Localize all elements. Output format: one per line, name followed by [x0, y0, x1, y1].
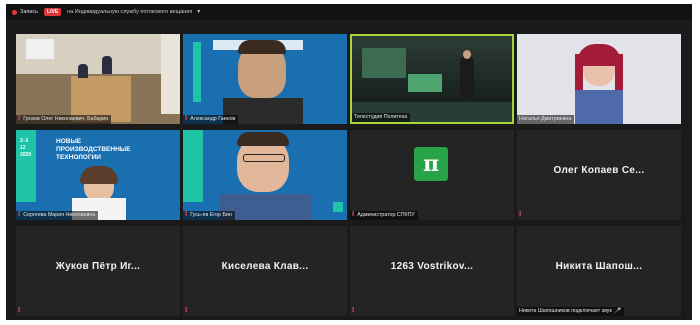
person-silhouette [102, 56, 112, 74]
participant-name: ꟾ Сергеева Мария Николаевна [16, 211, 99, 220]
participant-tile[interactable]: Олег Копаев Се... ꟾ [517, 130, 681, 220]
mic-icon: 🎤 [614, 308, 622, 314]
participant-name: ꟾ Александр Гаинов [183, 115, 239, 124]
participant-display-name: Жуков Пётр Иг... [55, 260, 141, 272]
banner-stripe [193, 42, 201, 102]
spbpu-logo-icon: π [414, 147, 448, 181]
participant-tile[interactable]: ꟾ Грозов Олег Николаевич, Бабарин [16, 34, 180, 124]
mic-muted-icon: ꟾ [185, 116, 188, 122]
glasses [243, 154, 285, 162]
participant-tile[interactable]: Жуков Пётр Иг... ꟾ [16, 226, 180, 316]
record-dot-icon [12, 9, 17, 15]
participant-name: Наталья Дмитриевна [517, 115, 575, 124]
person-clothing [575, 90, 623, 124]
gallery-grid: ꟾ Грозов Олег Николаевич, Бабарин ꟾ Алекса… [16, 34, 682, 316]
participant-tile[interactable]: ꟾ Гусь-ев Егор Бин [183, 130, 347, 220]
participant-status: ꟾ [517, 211, 527, 220]
participant-name: Никита Шапошников подключает звук 🎤 [517, 307, 625, 316]
participant-name: Телестудия Политеха [352, 113, 411, 122]
window-light [26, 39, 54, 59]
person-silhouette [78, 64, 88, 78]
participant-display-name: Никита Шапош... [555, 260, 643, 272]
participant-name: ꟾ Грозов Олег Николаевич, Бабарин [16, 115, 112, 124]
presenter-head [463, 50, 471, 59]
participant-tile[interactable]: Наталья Дмитриевна [517, 34, 681, 124]
studio-desk-sign [408, 74, 442, 92]
person-hair-side [575, 54, 583, 94]
participant-tile[interactable]: 2–3 12 2020 НОВЫЕ ПРОИЗВОДСТВЕННЫЕ ТЕХНО… [16, 130, 180, 220]
chevron-down-icon[interactable]: ▼ [196, 9, 201, 15]
participant-tile[interactable]: ꟾ Александр Гаинов [183, 34, 347, 124]
mic-muted-icon: ꟾ [185, 308, 188, 314]
studio-screen [362, 48, 406, 78]
presenter-silhouette [460, 56, 474, 100]
participant-display-name: 1263 Vostrikov... [390, 260, 474, 272]
stream-status: на Индивидуальную службу потокового веща… [67, 9, 193, 15]
participant-tile[interactable]: π ꟾ Администратор СПбПУ [350, 130, 514, 220]
live-badge[interactable]: LIVE [44, 8, 62, 16]
participant-tile[interactable]: Никита Шапош... Никита Шапошников подклю… [517, 226, 681, 316]
participant-tile[interactable]: Киселева Клав... ꟾ [183, 226, 347, 316]
mic-muted-icon: ꟾ [185, 212, 188, 218]
door [161, 34, 180, 114]
top-bar: Запись LIVE на Индивидуальную службу пот… [6, 4, 692, 20]
person-hair [80, 166, 118, 184]
mic-muted-icon: ꟾ [18, 116, 21, 122]
participant-tile-active[interactable]: Телестудия Политеха [350, 34, 514, 124]
participant-status: ꟾ [16, 307, 26, 316]
participant-display-name: Киселева Клав... [221, 260, 309, 272]
mic-muted-icon: ꟾ [519, 212, 522, 218]
person-hair-side [615, 54, 623, 94]
person-hair [238, 40, 286, 54]
mic-muted-icon: ꟾ [18, 308, 21, 314]
mic-muted-icon: ꟾ [18, 212, 21, 218]
participant-tile[interactable]: 1263 Vostrikov... ꟾ [350, 226, 514, 316]
banner-logo [333, 202, 343, 212]
zoom-window: Запись LIVE на Индивидуальную службу пот… [6, 4, 692, 320]
participant-status: ꟾ [183, 307, 193, 316]
banner-stripe [183, 130, 203, 202]
participant-name: ꟾ Администратор СПбПУ [350, 211, 418, 220]
banner-date: 2–3 12 2020 [20, 138, 32, 158]
participant-status: ꟾ [350, 307, 360, 316]
recording-label: Запись [20, 9, 39, 15]
participant-name: ꟾ Гусь-ев Егор Бин [183, 211, 235, 220]
mic-muted-icon: ꟾ [352, 308, 355, 314]
mic-muted-icon: ꟾ [352, 212, 355, 218]
person-hair [237, 132, 289, 146]
banner-heading: НОВЫЕ ПРОИЗВОДСТВЕННЫЕ ТЕХНОЛОГИИ [56, 138, 131, 161]
participant-display-name: Олег Копаев Се... [553, 164, 645, 176]
